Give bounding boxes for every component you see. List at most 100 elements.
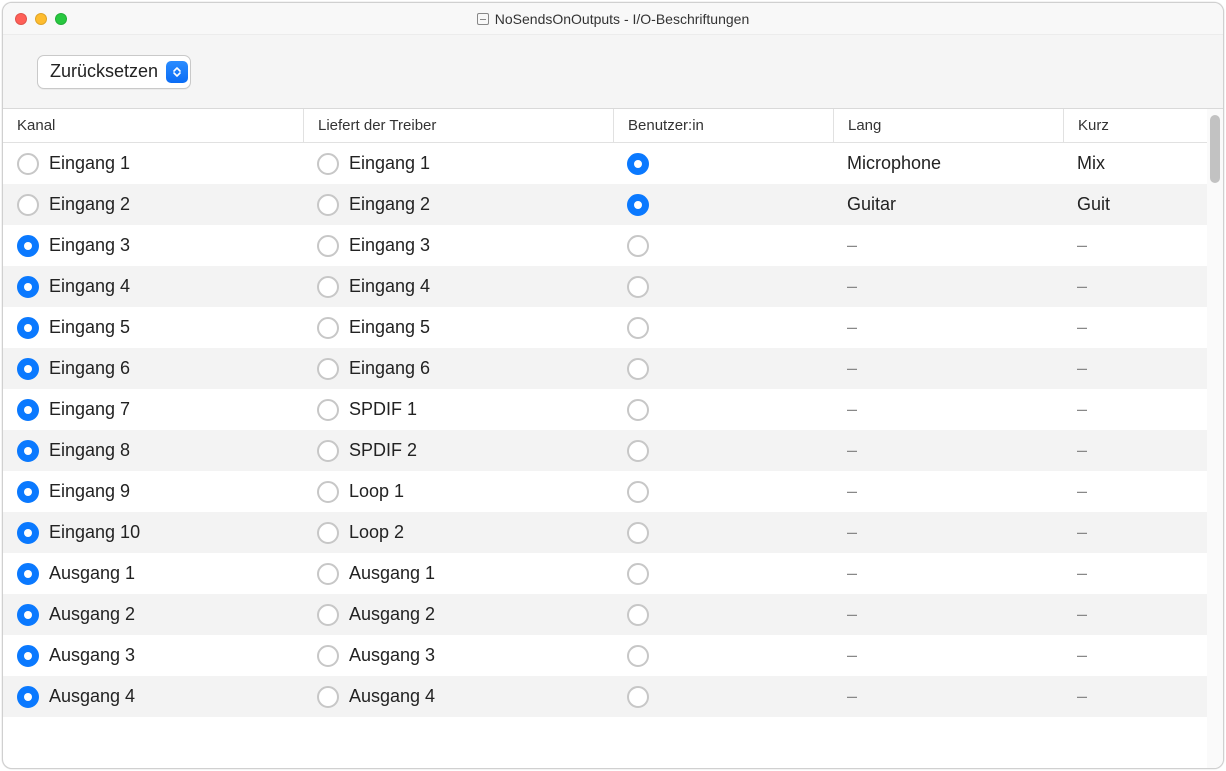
minimize-icon[interactable]: [35, 13, 47, 25]
radio-benutzer[interactable]: [627, 399, 649, 421]
radio-treiber[interactable]: [317, 645, 339, 667]
column-header-treiber[interactable]: Liefert der Treiber: [303, 109, 613, 142]
radio-kanal[interactable]: [17, 686, 39, 708]
cell-kurz[interactable]: –: [1063, 440, 1207, 461]
table-row: Ausgang 3Ausgang 3––: [3, 635, 1207, 676]
cell-kurz[interactable]: –: [1063, 604, 1207, 625]
cell-treiber: Eingang 3: [303, 235, 613, 257]
cell-lang[interactable]: Microphone: [833, 153, 1063, 174]
close-icon[interactable]: [15, 13, 27, 25]
kurz-value: –: [1077, 481, 1087, 502]
cell-kurz[interactable]: –: [1063, 317, 1207, 338]
radio-benutzer[interactable]: [627, 153, 649, 175]
column-header-kanal[interactable]: Kanal: [3, 109, 303, 142]
radio-treiber[interactable]: [317, 686, 339, 708]
column-header-lang[interactable]: Lang: [833, 109, 1063, 142]
cell-kurz[interactable]: –: [1063, 481, 1207, 502]
cell-lang[interactable]: –: [833, 399, 1063, 420]
cell-lang[interactable]: –: [833, 235, 1063, 256]
radio-kanal[interactable]: [17, 358, 39, 380]
lang-value: –: [847, 481, 857, 502]
cell-kurz[interactable]: Guit: [1063, 194, 1207, 215]
cell-lang[interactable]: –: [833, 686, 1063, 707]
cell-lang[interactable]: –: [833, 645, 1063, 666]
radio-kanal[interactable]: [17, 481, 39, 503]
lang-value: –: [847, 235, 857, 256]
cell-kanal: Eingang 2: [3, 194, 303, 216]
cell-kurz[interactable]: –: [1063, 235, 1207, 256]
radio-treiber[interactable]: [317, 276, 339, 298]
cell-benutzer: [613, 153, 833, 175]
radio-benutzer[interactable]: [627, 686, 649, 708]
zoom-icon[interactable]: [55, 13, 67, 25]
cell-lang[interactable]: –: [833, 276, 1063, 297]
radio-kanal[interactable]: [17, 194, 39, 216]
radio-kanal[interactable]: [17, 522, 39, 544]
radio-kanal[interactable]: [17, 604, 39, 626]
radio-kanal[interactable]: [17, 235, 39, 257]
cell-lang[interactable]: –: [833, 317, 1063, 338]
radio-treiber[interactable]: [317, 153, 339, 175]
kanal-label: Eingang 4: [49, 276, 130, 297]
kanal-label: Eingang 10: [49, 522, 140, 543]
cell-kurz[interactable]: –: [1063, 522, 1207, 543]
column-header-kurz[interactable]: Kurz: [1063, 109, 1207, 142]
radio-treiber[interactable]: [317, 317, 339, 339]
treiber-label: Loop 1: [349, 481, 404, 502]
cell-lang[interactable]: –: [833, 563, 1063, 584]
radio-benutzer[interactable]: [627, 481, 649, 503]
cell-kurz[interactable]: –: [1063, 563, 1207, 584]
cell-kurz[interactable]: –: [1063, 645, 1207, 666]
radio-benutzer[interactable]: [627, 440, 649, 462]
radio-benutzer[interactable]: [627, 604, 649, 626]
radio-kanal[interactable]: [17, 276, 39, 298]
radio-kanal[interactable]: [17, 440, 39, 462]
cell-treiber: Eingang 6: [303, 358, 613, 380]
cell-kurz[interactable]: –: [1063, 399, 1207, 420]
radio-benutzer[interactable]: [627, 317, 649, 339]
vertical-scrollbar[interactable]: [1207, 109, 1223, 768]
io-table: Kanal Liefert der Treiber Benutzer:in La…: [3, 109, 1207, 768]
radio-kanal[interactable]: [17, 317, 39, 339]
radio-treiber[interactable]: [317, 440, 339, 462]
radio-benutzer[interactable]: [627, 563, 649, 585]
radio-treiber[interactable]: [317, 604, 339, 626]
reset-dropdown-button[interactable]: Zurücksetzen: [37, 55, 191, 89]
scrollbar-thumb[interactable]: [1210, 115, 1220, 183]
radio-benutzer[interactable]: [627, 645, 649, 667]
kurz-value: –: [1077, 235, 1087, 256]
cell-treiber: Ausgang 4: [303, 686, 613, 708]
cell-lang[interactable]: Guitar: [833, 194, 1063, 215]
radio-treiber[interactable]: [317, 481, 339, 503]
cell-lang[interactable]: –: [833, 481, 1063, 502]
radio-treiber[interactable]: [317, 563, 339, 585]
table-row: Eingang 1Eingang 1MicrophoneMix: [3, 143, 1207, 184]
cell-kurz[interactable]: –: [1063, 276, 1207, 297]
cell-kurz[interactable]: –: [1063, 358, 1207, 379]
radio-kanal[interactable]: [17, 645, 39, 667]
radio-kanal[interactable]: [17, 399, 39, 421]
cell-lang[interactable]: –: [833, 522, 1063, 543]
treiber-label: Eingang 1: [349, 153, 430, 174]
column-header-benutzer[interactable]: Benutzer:in: [613, 109, 833, 142]
radio-benutzer[interactable]: [627, 235, 649, 257]
radio-kanal[interactable]: [17, 153, 39, 175]
cell-lang[interactable]: –: [833, 440, 1063, 461]
cell-kurz[interactable]: –: [1063, 686, 1207, 707]
radio-treiber[interactable]: [317, 399, 339, 421]
cell-lang[interactable]: –: [833, 604, 1063, 625]
cell-kurz[interactable]: Mix: [1063, 153, 1207, 174]
radio-treiber[interactable]: [317, 522, 339, 544]
radio-treiber[interactable]: [317, 194, 339, 216]
treiber-label: Eingang 3: [349, 235, 430, 256]
radio-benutzer[interactable]: [627, 358, 649, 380]
cell-lang[interactable]: –: [833, 358, 1063, 379]
treiber-label: Ausgang 3: [349, 645, 435, 666]
radio-benutzer[interactable]: [627, 194, 649, 216]
radio-kanal[interactable]: [17, 563, 39, 585]
radio-treiber[interactable]: [317, 235, 339, 257]
radio-benutzer[interactable]: [627, 522, 649, 544]
radio-benutzer[interactable]: [627, 276, 649, 298]
treiber-label: Loop 2: [349, 522, 404, 543]
radio-treiber[interactable]: [317, 358, 339, 380]
